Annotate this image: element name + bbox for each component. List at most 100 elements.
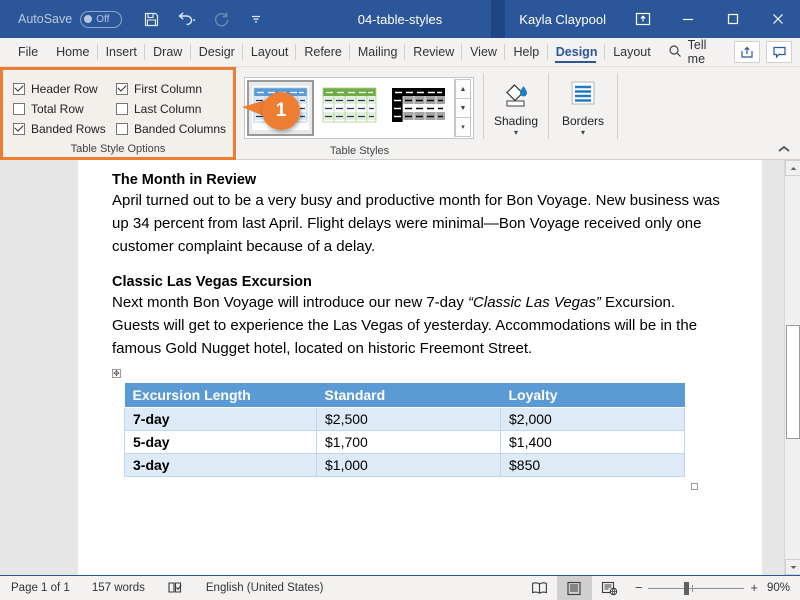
share-button[interactable]: [734, 41, 760, 63]
checkbox-total-row-box[interactable]: [13, 103, 25, 115]
status-language[interactable]: English (United States): [195, 576, 335, 600]
redo-icon[interactable]: [210, 8, 232, 30]
checkbox-total-row-label: Total Row: [31, 102, 84, 116]
scrollbar-thumb[interactable]: [786, 325, 800, 439]
checkbox-banded-columns-box[interactable]: [116, 123, 128, 135]
tab-references[interactable]: Refere: [295, 38, 348, 66]
checkbox-banded-columns[interactable]: Banded Columns: [116, 122, 226, 136]
group-table-style-options: Header Row First Column Total Row Last C…: [0, 67, 236, 160]
paint-bucket-icon: [499, 78, 533, 113]
paragraph-part-pre: Next month Bon Voyage will introduce our…: [112, 294, 468, 311]
checkbox-last-column-box[interactable]: [116, 103, 128, 115]
borders-caret-icon[interactable]: ▾: [581, 129, 585, 137]
table-cell[interactable]: 3-day: [125, 454, 317, 477]
ribbon-divider-3: [617, 73, 618, 139]
table-style-green-preview: [321, 86, 378, 130]
pricing-table[interactable]: Excursion Length Standard Loyalty 7-day …: [124, 382, 685, 477]
zoom-slider-control[interactable]: − +: [627, 583, 766, 593]
table-move-handle[interactable]: ✥: [112, 369, 121, 378]
checkbox-banded-rows[interactable]: Banded Rows: [13, 122, 116, 136]
table-cell[interactable]: 5-day: [125, 431, 317, 454]
shading-body: Shading ▾: [484, 67, 548, 143]
gallery-scroll-up-button[interactable]: ▲: [455, 79, 471, 99]
checkbox-last-column[interactable]: Last Column: [116, 102, 226, 116]
table-cell[interactable]: $850: [501, 454, 685, 477]
minimize-icon[interactable]: [665, 0, 710, 38]
print-layout-view-button[interactable]: [557, 576, 592, 600]
vertical-scrollbar[interactable]: [784, 160, 800, 575]
tab-view[interactable]: View: [461, 38, 504, 66]
zoom-level[interactable]: 90%: [766, 582, 800, 594]
table-cell[interactable]: $2,500: [317, 408, 501, 431]
callout-badge-1: 1: [254, 92, 294, 132]
tab-table-layout[interactable]: Layout: [604, 38, 657, 66]
tab-mailings[interactable]: Mailing: [349, 38, 404, 66]
checkbox-banded-rows-box[interactable]: [13, 123, 25, 135]
tab-help[interactable]: Help: [504, 38, 546, 66]
zoom-slider-track[interactable]: [648, 588, 744, 589]
gallery-more-button[interactable]: ▾: [455, 118, 471, 137]
document-page[interactable]: The Month in Review April turned out to …: [78, 160, 762, 575]
table-row: 7-day $2,500 $2,000: [125, 408, 685, 431]
zoom-slider-thumb[interactable]: [684, 582, 689, 595]
scroll-down-button[interactable]: [785, 559, 800, 575]
tab-table-design[interactable]: Design: [547, 38, 604, 66]
tab-home[interactable]: Home: [47, 38, 97, 66]
tab-draw[interactable]: Draw: [144, 38, 190, 66]
table-cell[interactable]: $1,400: [501, 431, 685, 454]
table-cell[interactable]: $1,700: [317, 431, 501, 454]
zoom-out-button[interactable]: −: [635, 583, 643, 593]
ribbon-display-options-icon[interactable]: [620, 0, 665, 38]
undo-icon[interactable]: [175, 8, 197, 30]
table-cell[interactable]: 7-day: [125, 408, 317, 431]
checkbox-total-row[interactable]: Total Row: [13, 102, 116, 116]
table-resize-handle[interactable]: [691, 483, 698, 490]
tab-design[interactable]: Desigr: [190, 38, 242, 66]
checkbox-banded-columns-label: Banded Columns: [134, 122, 226, 136]
autosave-toggle-group[interactable]: AutoSave Off: [18, 11, 122, 28]
table-header-cell-standard[interactable]: Standard: [317, 383, 501, 408]
tab-file[interactable]: File: [0, 38, 47, 66]
collapse-ribbon-icon[interactable]: [776, 144, 792, 157]
borders-button[interactable]: Borders ▾: [549, 74, 617, 137]
document-area: The Month in Review April turned out to …: [0, 160, 800, 575]
paragraph-the-month-in-review: April turned out to be a very busy and p…: [112, 189, 724, 258]
checkbox-header-row[interactable]: Header Row: [13, 82, 116, 96]
checkbox-header-row-box[interactable]: [13, 83, 25, 95]
zoom-in-button[interactable]: +: [750, 583, 758, 593]
autosave-switch[interactable]: Off: [80, 11, 122, 28]
quick-access-toolbar: [140, 8, 267, 30]
table-cell[interactable]: $2,000: [501, 408, 685, 431]
tab-review[interactable]: Review: [404, 38, 461, 66]
user-accent-bar: [491, 0, 505, 38]
checkbox-first-column-box[interactable]: [116, 83, 128, 95]
close-icon[interactable]: [755, 0, 800, 38]
status-page-number[interactable]: Page 1 of 1: [0, 576, 81, 600]
table-cell[interactable]: $1,000: [317, 454, 501, 477]
status-word-count[interactable]: 157 words: [81, 576, 156, 600]
proofing-errors-icon[interactable]: [156, 576, 195, 600]
table-style-green-thumbnail[interactable]: [316, 80, 383, 136]
comments-button[interactable]: [766, 41, 792, 63]
maximize-icon[interactable]: [710, 0, 755, 38]
table-header-cell-excursion-length[interactable]: Excursion Length: [125, 383, 317, 408]
shading-caret-icon[interactable]: ▾: [514, 129, 518, 137]
table-style-dark-thumbnail[interactable]: [385, 80, 452, 136]
paragraph-classic-las-vegas-excursion: Next month Bon Voyage will introduce our…: [112, 291, 724, 360]
tab-layout[interactable]: Layout: [242, 38, 295, 66]
read-mode-view-button[interactable]: [522, 576, 557, 600]
autosave-label: AutoSave: [18, 12, 72, 26]
checkbox-first-column[interactable]: First Column: [116, 82, 226, 96]
shading-button[interactable]: Shading ▾: [484, 74, 548, 137]
web-layout-view-button[interactable]: [592, 576, 627, 600]
borders-label: Borders: [562, 114, 604, 128]
scroll-up-button[interactable]: [785, 160, 800, 176]
save-icon[interactable]: [140, 8, 162, 30]
customize-quick-access-toolbar-icon[interactable]: [245, 8, 267, 30]
tab-insert[interactable]: Insert: [97, 38, 145, 66]
gallery-scroll-down-button[interactable]: ▼: [455, 99, 471, 118]
table-header-cell-loyalty[interactable]: Loyalty: [501, 383, 685, 408]
heading-the-month-in-review: The Month in Review: [112, 172, 724, 188]
group-label-shading: [484, 143, 548, 159]
tell-me-search[interactable]: Tell me: [658, 38, 734, 66]
